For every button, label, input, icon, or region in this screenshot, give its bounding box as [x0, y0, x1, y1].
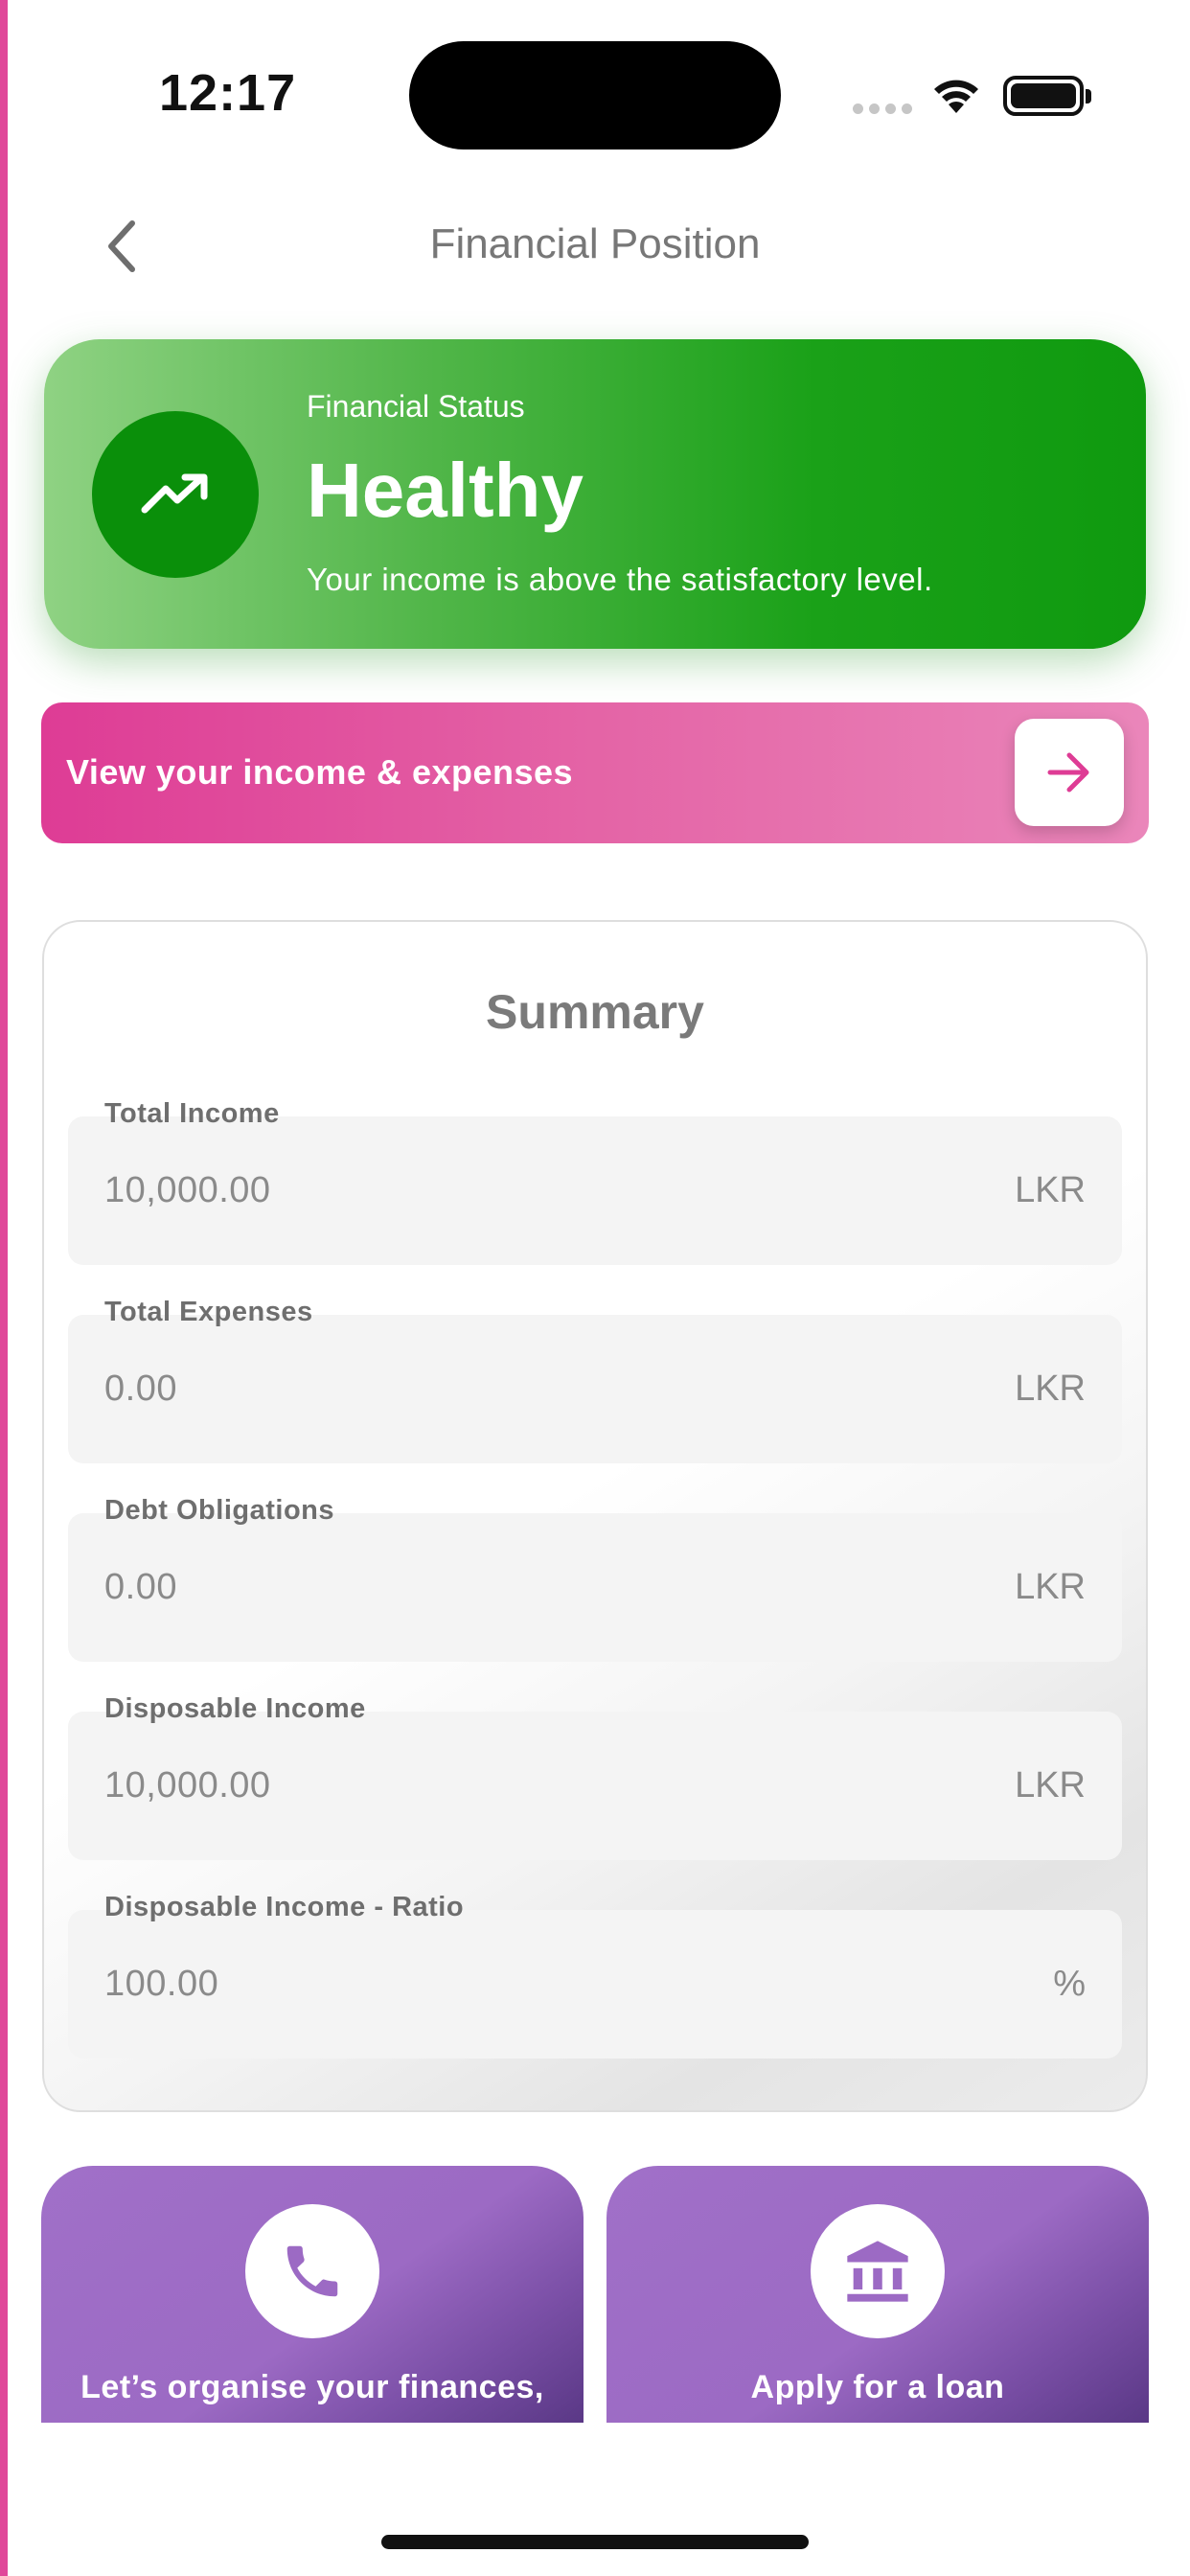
phone-icon	[286, 2245, 338, 2297]
field-unit: LKR	[1015, 1170, 1086, 1210]
field-value: 10,000.00	[104, 1170, 271, 1210]
action-icon-circle	[245, 2204, 379, 2338]
financial-status-label: Financial Status	[307, 389, 525, 424]
arrow-button[interactable]	[1015, 719, 1124, 826]
financial-status-description: Your income is above the satisfactory le…	[307, 562, 933, 597]
summary-card: Summary Total Income 10,000.00 LKR Total…	[42, 920, 1148, 2112]
status-bar-time: 12:17	[159, 64, 297, 122]
field-unit: LKR	[1015, 1567, 1086, 1607]
summary-title: Summary	[486, 985, 704, 1039]
disposable-income-field: Disposable Income 10,000.00 LKR	[68, 1693, 1122, 1860]
field-label: Total Expenses	[104, 1297, 313, 1327]
debt-obligations-field: Debt Obligations 0.00 LKR	[68, 1495, 1122, 1662]
field-unit: LKR	[1015, 1765, 1086, 1806]
action-icon-circle	[811, 2204, 945, 2338]
home-indicator[interactable]	[381, 2535, 809, 2549]
field-value: 10,000.00	[104, 1765, 271, 1806]
organise-finances-card[interactable]: Let’s organise your finances,	[41, 2166, 584, 2423]
organise-finances-label: Let’s organise your finances,	[80, 2369, 544, 2405]
total-income-field: Total Income 10,000.00 LKR	[68, 1098, 1122, 1265]
left-edge-stripe	[0, 0, 8, 2576]
field-label: Disposable Income - Ratio	[104, 1892, 465, 1922]
wifi-icon	[929, 75, 983, 120]
field-label: Total Income	[104, 1098, 280, 1129]
field-unit: %	[1053, 1964, 1086, 2004]
trending-up-icon	[141, 473, 208, 514]
cellular-signal-icon	[853, 104, 912, 114]
disposable-income-ratio-field: Disposable Income - Ratio 100.00 %	[68, 1892, 1122, 2058]
page-title: Financial Position	[429, 220, 761, 267]
field-value: 0.00	[104, 1567, 177, 1607]
field-label: Disposable Income	[104, 1693, 366, 1724]
bank-icon	[847, 2241, 908, 2302]
apply-loan-card[interactable]: Apply for a loan	[606, 2166, 1149, 2423]
field-label: Debt Obligations	[104, 1495, 334, 1526]
field-value: 100.00	[104, 1964, 219, 2004]
financial-status-value: Healthy	[307, 448, 584, 533]
view-income-expenses-button[interactable]: View your income & expenses	[41, 702, 1149, 843]
apply-loan-label: Apply for a loan	[750, 2369, 1005, 2405]
field-unit: LKR	[1015, 1368, 1086, 1409]
financial-status-card: Financial Status Healthy Your income is …	[44, 339, 1146, 649]
dynamic-island	[409, 41, 781, 150]
battery-nub	[1086, 89, 1091, 104]
battery-icon	[1003, 76, 1084, 116]
total-expenses-field: Total Expenses 0.00 LKR	[68, 1297, 1122, 1463]
arrow-right-icon	[1047, 752, 1089, 793]
view-income-expenses-label: View your income & expenses	[66, 752, 574, 792]
field-value: 0.00	[104, 1368, 177, 1409]
status-icon-circle	[92, 411, 259, 578]
